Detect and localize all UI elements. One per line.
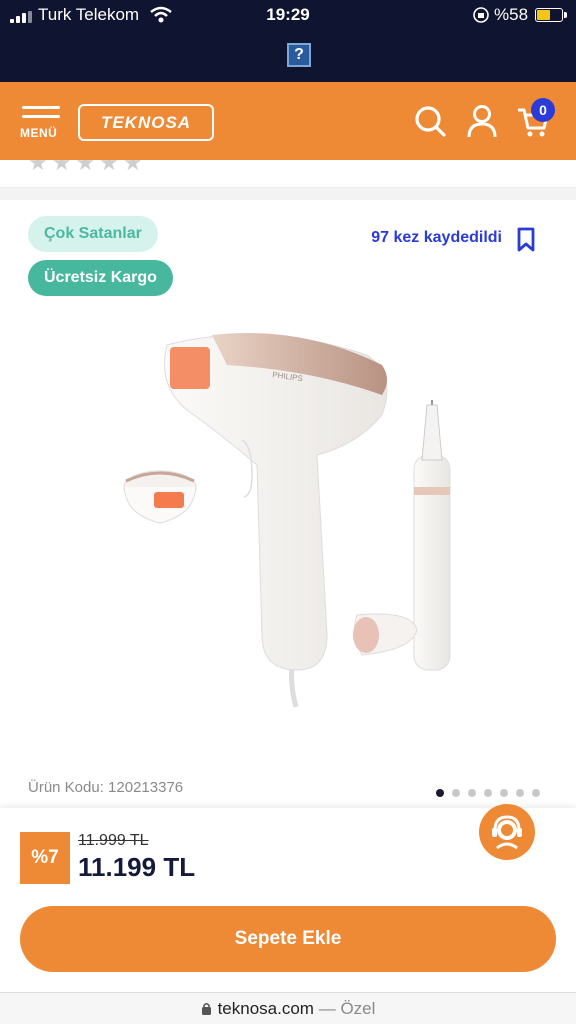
current-price: 11.199 TL [78,852,196,882]
discount-badge: %7 [20,832,70,884]
missing-image-icon: ? [287,43,311,67]
support-button[interactable] [479,804,535,860]
lock-icon [201,1003,211,1015]
old-price: 11.999 TL [78,832,149,849]
site-header: MENÜ TEKNOSA [0,82,576,160]
gallery-dot[interactable] [436,789,444,797]
search-icon[interactable] [414,104,446,138]
gallery-dot[interactable] [500,789,508,797]
gallery-dot[interactable] [468,789,476,797]
menu-label: MENÜ [20,126,58,140]
free-shipping-badge: Ücretsiz Kargo [28,260,173,296]
browser-url-bar[interactable]: teknosa.com — Özel [0,992,576,1024]
gallery-dot[interactable] [516,789,524,797]
url-separator: — [318,999,336,1018]
product-image[interactable]: PHILIPS [112,315,464,715]
product-code: Ürün Kodu: 120213376 [28,779,184,796]
section-divider [0,188,576,200]
menu-button[interactable]: MENÜ [20,102,64,142]
teknosa-logo[interactable]: TEKNOSA [78,104,214,141]
customer-support-icon [492,815,522,850]
gallery-dot[interactable] [532,789,540,797]
saved-count[interactable]: 97 kez kaydedildi [371,229,502,247]
add-to-cart-button[interactable]: Sepete Ekle [20,906,556,972]
rating-stars-icon: ★★★★★ [28,160,147,175]
private-mode-label: Özel [340,999,376,1018]
logo-text: TEKNOSA [100,113,192,132]
battery-icon [535,8,567,22]
rating-strip: ★★★★★ [0,160,576,188]
best-seller-badge: Çok Satanlar [28,216,158,252]
user-icon[interactable] [466,104,498,138]
menu-icon [22,106,60,109]
orientation-lock-icon [473,7,489,23]
battery-percent: %58 [494,5,529,24]
cart-count-badge[interactable]: 0 [531,98,555,122]
url-domain: teknosa.com [217,999,314,1018]
gallery-dot[interactable] [484,789,492,797]
status-bar: Turk Telekom 19:29 %58 ? [0,0,576,82]
gallery-dot[interactable] [452,789,460,797]
gallery-pagination[interactable] [436,784,548,797]
bookmark-icon[interactable] [516,227,536,253]
